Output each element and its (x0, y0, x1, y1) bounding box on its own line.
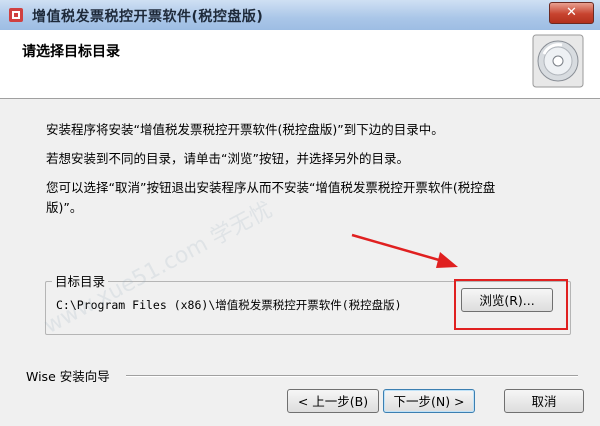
red-arrow-annotation (351, 233, 458, 268)
intro-text: 安装程序将安装“增值税发票税控开票软件(税控盘版)”到下边的目录中。 (46, 122, 444, 137)
back-button[interactable]: < 上一步(B) (287, 389, 379, 413)
change-dir-text: 若想安装到不同的目录，请单击“浏览”按钮，并选择另外的目录。 (46, 151, 409, 166)
window-title: 增值税发票税控开票软件(税控盘版) (32, 9, 264, 25)
next-button[interactable]: 下一步(N) > (383, 389, 475, 413)
page-title: 请选择目标目录 (22, 44, 120, 60)
footer-separator (126, 375, 578, 377)
wizard-header: 请选择目标目录 (0, 30, 600, 99)
installer-window: 增值税发票税控开票软件(税控盘版) ✕ 请选择目标目录 安装程序将安装“增值税发… (0, 0, 600, 426)
wise-wizard-label: Wise 安装向导 (26, 366, 114, 385)
app-icon (9, 8, 23, 22)
title-bar[interactable]: 增值税发票税控开票软件(税控盘版) ✕ (0, 0, 600, 31)
cancel-info-text: 您可以选择“取消”按钮退出安装程序从而不安装“增值税发票税控开票软件(税控盘版)… (46, 180, 496, 215)
cancel-button[interactable]: 取消 (504, 389, 584, 413)
close-button[interactable]: ✕ (549, 2, 594, 24)
cd-disc-icon (532, 34, 584, 88)
highlight-box (454, 279, 568, 330)
